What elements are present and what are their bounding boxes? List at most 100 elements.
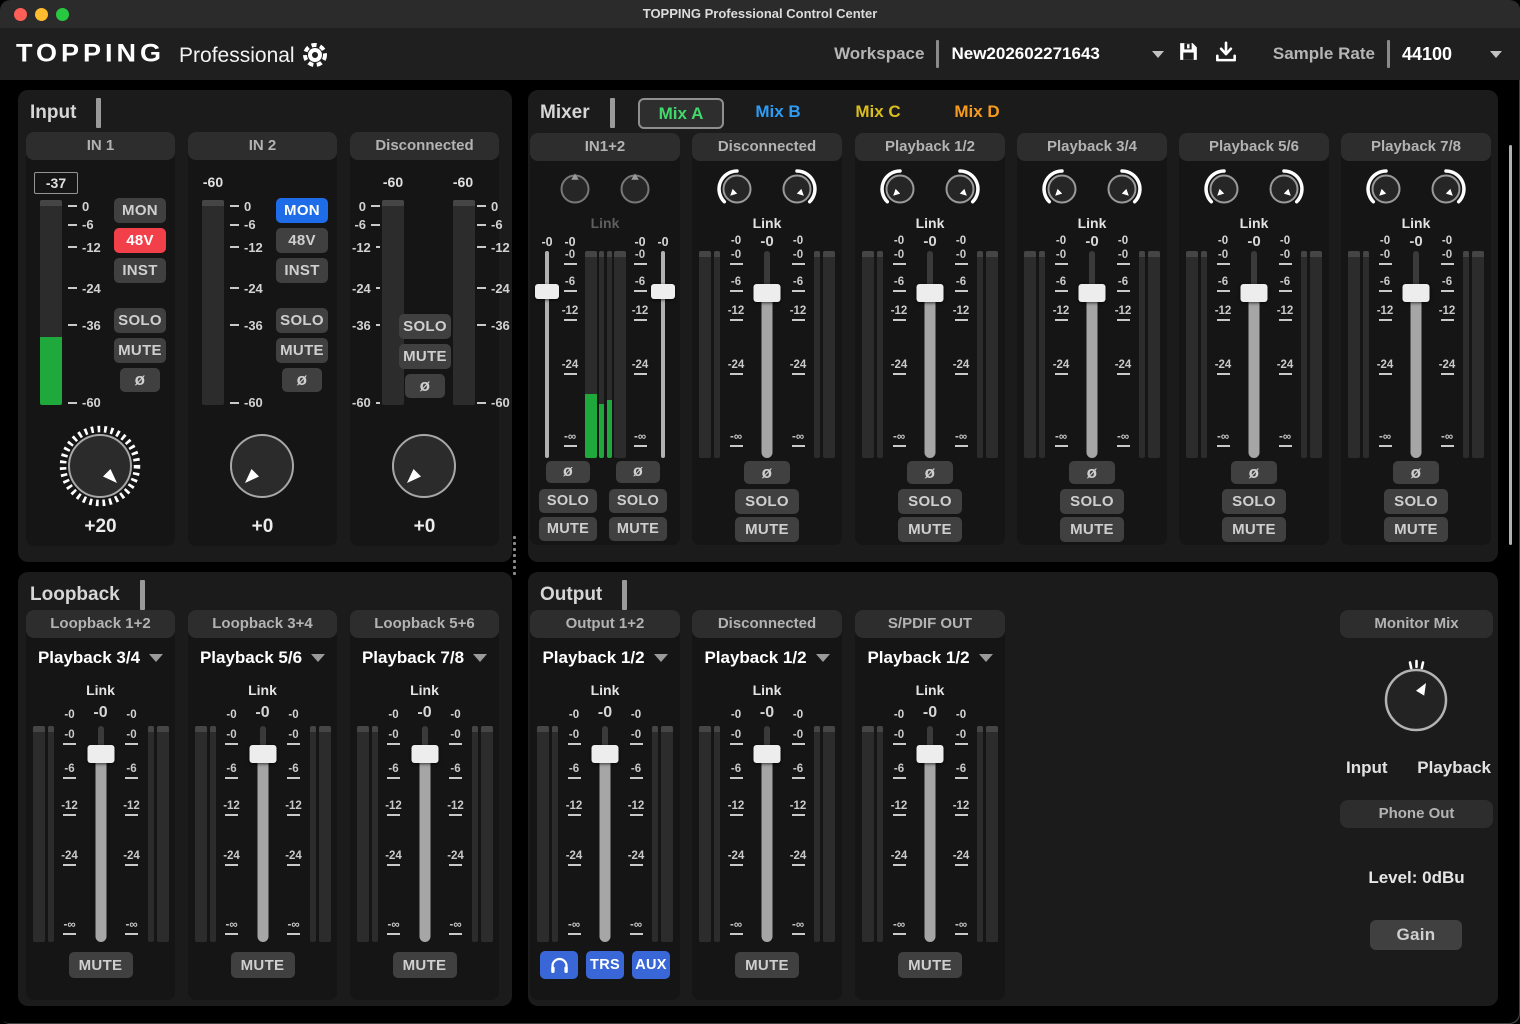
input-gain-knob[interactable] [58, 424, 142, 508]
link-toggle[interactable]: Link [530, 215, 680, 231]
channel-fader-cap[interactable] [249, 745, 276, 763]
mixer-mute-button-r[interactable]: MUTE [609, 517, 667, 541]
channel-fader[interactable] [754, 726, 780, 942]
mixer-solo-button-r[interactable]: SOLO [609, 489, 667, 513]
input-inst-button[interactable]: INST [114, 258, 166, 283]
channel-fader[interactable] [1079, 251, 1105, 458]
channel-fader-cap[interactable] [411, 745, 438, 763]
channel-fader-cap[interactable] [754, 745, 781, 763]
output-trs-button[interactable]: TRS [586, 951, 624, 979]
input-48v-button[interactable]: 48V [276, 228, 328, 253]
channel-fader-cap[interactable] [1241, 284, 1268, 302]
output-mute-button[interactable]: MUTE [735, 952, 799, 978]
channel-fader[interactable] [917, 251, 943, 458]
channel-fader-l-cap[interactable] [535, 284, 559, 299]
mixer-solo-button[interactable]: SOLO [1060, 489, 1124, 514]
source-select[interactable]: Playback 1/2 [530, 648, 680, 668]
mixer-solo-button[interactable]: SOLO [1384, 489, 1448, 514]
link-toggle[interactable]: Link [188, 682, 337, 698]
pan-knob-left[interactable] [1202, 167, 1246, 211]
pan-knob-right[interactable] [938, 167, 982, 211]
mixer-tab-mix-a[interactable]: Mix A [638, 98, 724, 129]
input-solo-button[interactable]: SOLO [276, 308, 328, 333]
mixer-phase-button[interactable]: ø [1393, 461, 1439, 484]
loopback-mute-button[interactable]: MUTE [231, 952, 295, 978]
link-toggle[interactable]: Link [1179, 215, 1329, 231]
pan-knob-left[interactable] [715, 167, 759, 211]
mixer-phase-button[interactable]: ø [1231, 461, 1277, 484]
save-workspace-icon[interactable] [1176, 39, 1201, 69]
channel-fader[interactable] [412, 726, 438, 942]
input-mon-button[interactable]: MON [114, 198, 166, 223]
channel-fader[interactable] [1241, 251, 1267, 458]
mixer-solo-button[interactable]: SOLO [898, 489, 962, 514]
input-gain-knob[interactable] [220, 424, 304, 508]
input-solo-button[interactable]: SOLO [114, 308, 166, 333]
mixer-solo-button[interactable]: SOLO [735, 489, 799, 514]
mixer-tab-mix-c[interactable]: Mix C [844, 98, 912, 125]
channel-fader-cap[interactable] [917, 284, 944, 302]
input-mute-button[interactable]: MUTE [276, 338, 328, 363]
link-toggle[interactable]: Link [530, 682, 680, 698]
mixer-tab-mix-b[interactable]: Mix B [744, 98, 812, 125]
channel-fader[interactable] [592, 726, 618, 942]
channel-fader-cap[interactable] [754, 284, 781, 302]
input-mon-button[interactable]: MON [276, 198, 328, 223]
monitor-mix-knob[interactable] [1374, 658, 1458, 742]
source-select[interactable]: Playback 1/2 [855, 648, 1005, 668]
load-workspace-icon[interactable] [1213, 39, 1239, 70]
input-gain-knob[interactable] [382, 424, 466, 508]
pan-knob-left[interactable] [878, 167, 922, 211]
channel-fader-cap[interactable] [917, 745, 944, 763]
mixer-mute-button-l[interactable]: MUTE [539, 517, 597, 541]
source-dropdown-icon[interactable] [979, 654, 993, 662]
input-phase-button[interactable]: ø [120, 368, 160, 392]
pan-knob-left[interactable] [1364, 167, 1408, 211]
source-dropdown-icon[interactable] [149, 654, 163, 662]
pan-knob-right[interactable] [613, 167, 657, 211]
input-phase-button[interactable]: ø [405, 374, 445, 398]
source-select[interactable]: Playback 7/8 [350, 648, 499, 668]
channel-fader-cap[interactable] [592, 745, 619, 763]
link-toggle[interactable]: Link [350, 682, 499, 698]
link-toggle[interactable]: Link [692, 215, 842, 231]
channel-fader-r[interactable] [653, 251, 673, 458]
headphone-output-button[interactable] [540, 951, 578, 979]
sample-rate-dropdown-icon[interactable] [1490, 51, 1502, 58]
source-select[interactable]: Playback 5/6 [188, 648, 337, 668]
pan-knob-right[interactable] [1262, 167, 1306, 211]
source-select[interactable]: Playback 3/4 [26, 648, 175, 668]
input-phase-button[interactable]: ø [282, 368, 322, 392]
mixer-solo-button[interactable]: SOLO [1222, 489, 1286, 514]
input-mute-button[interactable]: MUTE [399, 344, 451, 369]
pan-knob-right[interactable] [1424, 167, 1468, 211]
mixer-scrollbar[interactable] [1509, 145, 1512, 545]
workspace-dropdown-icon[interactable] [1152, 51, 1164, 58]
pan-knob-left[interactable] [553, 167, 597, 211]
channel-fader-r-cap[interactable] [651, 284, 675, 299]
channel-fader[interactable] [88, 726, 114, 942]
mixer-phase-button[interactable]: ø [907, 461, 953, 484]
pan-knob-right[interactable] [775, 167, 819, 211]
link-toggle[interactable]: Link [692, 682, 842, 698]
source-dropdown-icon[interactable] [816, 654, 830, 662]
channel-fader[interactable] [917, 726, 943, 942]
input-mute-button[interactable]: MUTE [114, 338, 166, 363]
channel-fader[interactable] [1403, 251, 1429, 458]
channel-fader[interactable] [754, 251, 780, 458]
mixer-phase-button[interactable]: ø [744, 461, 790, 484]
mixer-mute-button[interactable]: MUTE [1384, 517, 1448, 542]
panel-resize-handle[interactable] [513, 536, 516, 575]
input-solo-button[interactable]: SOLO [399, 314, 451, 339]
mixer-mute-button[interactable]: MUTE [898, 517, 962, 542]
channel-fader-cap[interactable] [1403, 284, 1430, 302]
pan-knob-left[interactable] [1040, 167, 1084, 211]
link-toggle[interactable]: Link [855, 682, 1005, 698]
input-48v-button[interactable]: 48V [114, 228, 166, 253]
mixer-mute-button[interactable]: MUTE [735, 517, 799, 542]
output-aux-button[interactable]: AUX [632, 951, 670, 979]
mixer-phase-button-r[interactable]: ø [616, 461, 660, 483]
input-inst-button[interactable]: INST [276, 258, 328, 283]
link-toggle[interactable]: Link [1341, 215, 1491, 231]
settings-gear-icon[interactable] [300, 40, 330, 70]
